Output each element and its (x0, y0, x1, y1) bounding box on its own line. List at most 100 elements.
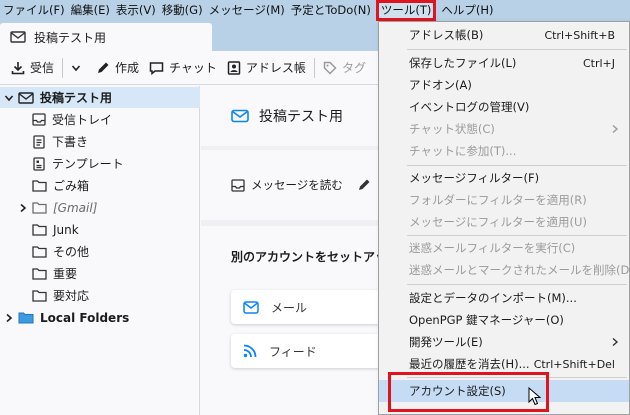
setup-mail-button[interactable]: メール (231, 290, 391, 324)
menu-item-event-log[interactable]: イベントログの管理(V) (379, 96, 629, 118)
tools-menu: アドレス帳(B) Ctrl+Shift+B 保存したファイル(L) Ctrl+J… (378, 21, 630, 415)
mail-account-icon (10, 30, 26, 44)
address-book-icon (227, 60, 241, 75)
menu-item-saved-files[interactable]: 保存したファイル(L) Ctrl+J (379, 52, 629, 74)
folder-account[interactable]: 投稿テスト用 (0, 87, 200, 108)
menu-item-apply-filters-message[interactable]: メッセージにフィルターを適用(U) (379, 211, 629, 233)
draft-icon (32, 134, 46, 149)
folder-label: 下書き (52, 135, 89, 149)
folder-todo[interactable]: 要対応 (0, 285, 200, 306)
inbox-icon (32, 113, 46, 126)
pencil-icon (96, 61, 110, 75)
menu-item-delete-junk[interactable]: 迷惑メールとマークされたメールを削除(D) (379, 259, 630, 281)
mail-icon (243, 300, 259, 314)
folder-junk[interactable]: Junk (0, 219, 200, 240)
menu-item-message-filters[interactable]: メッセージフィルター(F) (379, 167, 629, 189)
address-book-label: アドレス帳 (245, 61, 306, 75)
menu-item-run-junk-filter[interactable]: 迷惑メールフィルターを実行(C) (379, 237, 629, 259)
pencil-icon[interactable] (357, 178, 371, 192)
folder-trash[interactable]: ごみ箱 (0, 175, 200, 196)
folder-icon (32, 179, 47, 192)
tab-title: 投稿テスト用 (34, 30, 107, 45)
setup-mail-label: メール (271, 300, 308, 315)
folder-label: [Gmail] (53, 200, 98, 215)
setup-title: 別のアカウントをセットアップ (231, 250, 400, 264)
menu-item-dev-tools[interactable]: 開発ツール(E) (379, 331, 629, 353)
inbox-icon (231, 178, 245, 192)
download-icon (11, 61, 25, 75)
tag-icon (323, 61, 337, 75)
folder-pane: 投稿テスト用 受信トレイ 下書き テンプレート ごみ箱 [Gmail] Junk… (0, 86, 200, 415)
write-button[interactable]: 作成 (91, 55, 144, 81)
chat-label: チャット (169, 61, 217, 75)
address-book-button[interactable]: アドレス帳 (222, 55, 311, 81)
folder-local[interactable]: Local Folders (0, 307, 200, 328)
menu-separator (407, 235, 627, 236)
folder-icon (32, 223, 47, 236)
write-label: 作成 (115, 61, 140, 75)
folder-templates[interactable]: テンプレート (0, 153, 200, 174)
tab-account[interactable]: 投稿テスト用 (0, 23, 212, 51)
menu-item-addons[interactable]: アドオン(A) (379, 74, 629, 96)
folder-icon (32, 289, 47, 302)
local-folder-icon (18, 311, 34, 324)
mail-account-icon (18, 91, 34, 105)
chevron-right-icon[interactable] (4, 313, 16, 323)
folder-label: テンプレート (52, 157, 124, 171)
tag-button[interactable]: タグ (318, 55, 371, 81)
folder-label: 受信トレイ (52, 113, 113, 127)
tag-label: タグ (341, 61, 366, 75)
menu-item-import[interactable]: 設定とデータのインポート(M)... (379, 287, 629, 309)
mouse-cursor-icon (528, 387, 542, 407)
folder-label: 要対応 (53, 289, 90, 303)
menu-item-apply-filters-folder[interactable]: フォルダーにフィルターを適用(R) (379, 189, 629, 211)
folder-other[interactable]: その他 (0, 241, 200, 262)
setup-feed-button[interactable]: フィード (231, 334, 391, 368)
folder-icon (32, 245, 47, 258)
setup-feed-label: フィード (269, 344, 317, 359)
folder-account-label: 投稿テスト用 (40, 91, 113, 105)
folder-inbox[interactable]: 受信トレイ (0, 109, 200, 130)
menu-separator (407, 284, 627, 285)
folder-label: Junk (53, 222, 79, 237)
get-messages-label: 受信 (30, 61, 55, 75)
folder-drafts[interactable]: 下書き (0, 131, 200, 152)
menu-events-tasks[interactable]: 予定とToDo(N) (288, 0, 374, 21)
folder-local-label: Local Folders (40, 310, 130, 325)
menu-help[interactable]: ヘルプ(H) (438, 0, 496, 21)
folder-label: その他 (53, 245, 90, 259)
menu-separator (407, 49, 627, 50)
get-messages-button[interactable]: 受信 (6, 55, 59, 81)
chat-button[interactable]: チャット (144, 55, 222, 81)
menu-message[interactable]: メッセージ(M) (206, 0, 288, 21)
folder-label: 重要 (53, 267, 78, 281)
get-messages-dropdown[interactable] (66, 55, 91, 81)
folder-label: ごみ箱 (53, 179, 90, 193)
chevron-right-icon[interactable] (18, 203, 30, 213)
menu-item-chat-status[interactable]: チャット状態(C) (379, 118, 629, 140)
menu-edit[interactable]: 編集(E) (68, 0, 113, 21)
mail-icon (231, 109, 249, 123)
folder-icon (32, 267, 47, 280)
read-messages-link[interactable]: メッセージを読む (251, 177, 343, 193)
highlight-box (388, 372, 549, 412)
chevron-right-icon (611, 124, 629, 134)
account-title: 投稿テスト用 (259, 109, 343, 125)
menu-bar: ファイル(F) 編集(E) 表示(V) 移動(G) メッセージ(M) 予定とTo… (0, 0, 630, 21)
menu-separator (407, 165, 627, 166)
rss-icon (243, 344, 257, 358)
chat-icon (149, 61, 164, 75)
folder-gmail[interactable]: [Gmail] (0, 197, 200, 218)
menu-file[interactable]: ファイル(F) (0, 0, 68, 21)
menu-tools[interactable]: ツール(T) (375, 0, 437, 21)
folder-icon (32, 201, 47, 214)
menu-item-address-book[interactable]: アドレス帳(B) Ctrl+Shift+B (379, 24, 629, 46)
menu-item-openpgp[interactable]: OpenPGP 鍵マネージャー(O) (379, 309, 629, 331)
chevron-down-icon (71, 63, 81, 73)
folder-important[interactable]: 重要 (0, 263, 200, 284)
menu-go[interactable]: 移動(G) (159, 0, 206, 21)
menu-view[interactable]: 表示(V) (113, 0, 159, 21)
chevron-down-icon[interactable] (4, 93, 16, 103)
chevron-right-icon (611, 337, 629, 347)
menu-item-join-chat[interactable]: チャットに参加(T)... (379, 140, 629, 162)
